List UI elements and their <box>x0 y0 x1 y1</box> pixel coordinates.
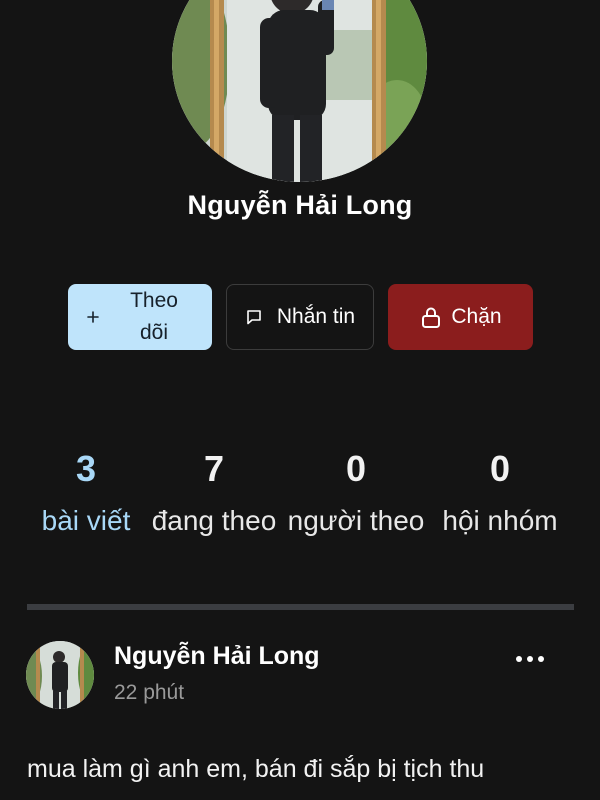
stat-label: người theo <box>287 505 425 536</box>
chat-bubble-icon <box>245 308 263 326</box>
profile-name: Nguyễn Hải Long <box>187 190 413 220</box>
stat-label: bài viết <box>41 505 131 536</box>
post-author-avatar[interactable] <box>26 641 94 709</box>
lock-icon <box>419 305 443 329</box>
post-timestamp: 22 phút <box>114 681 185 704</box>
stat-label: hội nhóm <box>442 505 558 536</box>
section-divider <box>27 604 574 610</box>
stat-count: 3 <box>75 448 97 489</box>
profile-avatar[interactable] <box>172 0 427 182</box>
stat-label: đang theo <box>151 505 277 536</box>
block-button-label: Chặn <box>451 305 502 328</box>
stat-count: 0 <box>489 448 511 489</box>
more-horizontal-icon <box>515 650 545 668</box>
follow-button[interactable]: Theo dõi <box>68 284 212 350</box>
stat-posts[interactable]: 3 bài viết <box>16 446 156 544</box>
message-button[interactable]: Nhắn tin <box>226 284 374 350</box>
profile-page: Nguyễn Hải Long Theo dõi Nhắn tin Chặn 3… <box>0 0 600 800</box>
follow-button-label: Theo dõi <box>130 289 178 344</box>
stat-count: 7 <box>203 448 225 489</box>
stat-groups[interactable]: 0 hội nhóm <box>430 446 570 544</box>
post-author-name[interactable]: Nguyễn Hải Long <box>114 642 320 671</box>
post-options-button[interactable] <box>510 644 550 674</box>
post-body-text: mua làm gì anh em, bán đi sắp bị tịch th… <box>27 755 485 783</box>
plus-icon <box>86 310 100 324</box>
profile-photo <box>172 0 427 182</box>
message-button-label: Nhắn tin <box>276 305 356 328</box>
stat-count: 0 <box>345 448 367 489</box>
stat-following[interactable]: 7 đang theo <box>144 446 284 544</box>
post-author-photo <box>26 641 94 709</box>
block-button[interactable]: Chặn <box>388 284 533 350</box>
stat-followers[interactable]: 0 người theo <box>286 446 426 544</box>
